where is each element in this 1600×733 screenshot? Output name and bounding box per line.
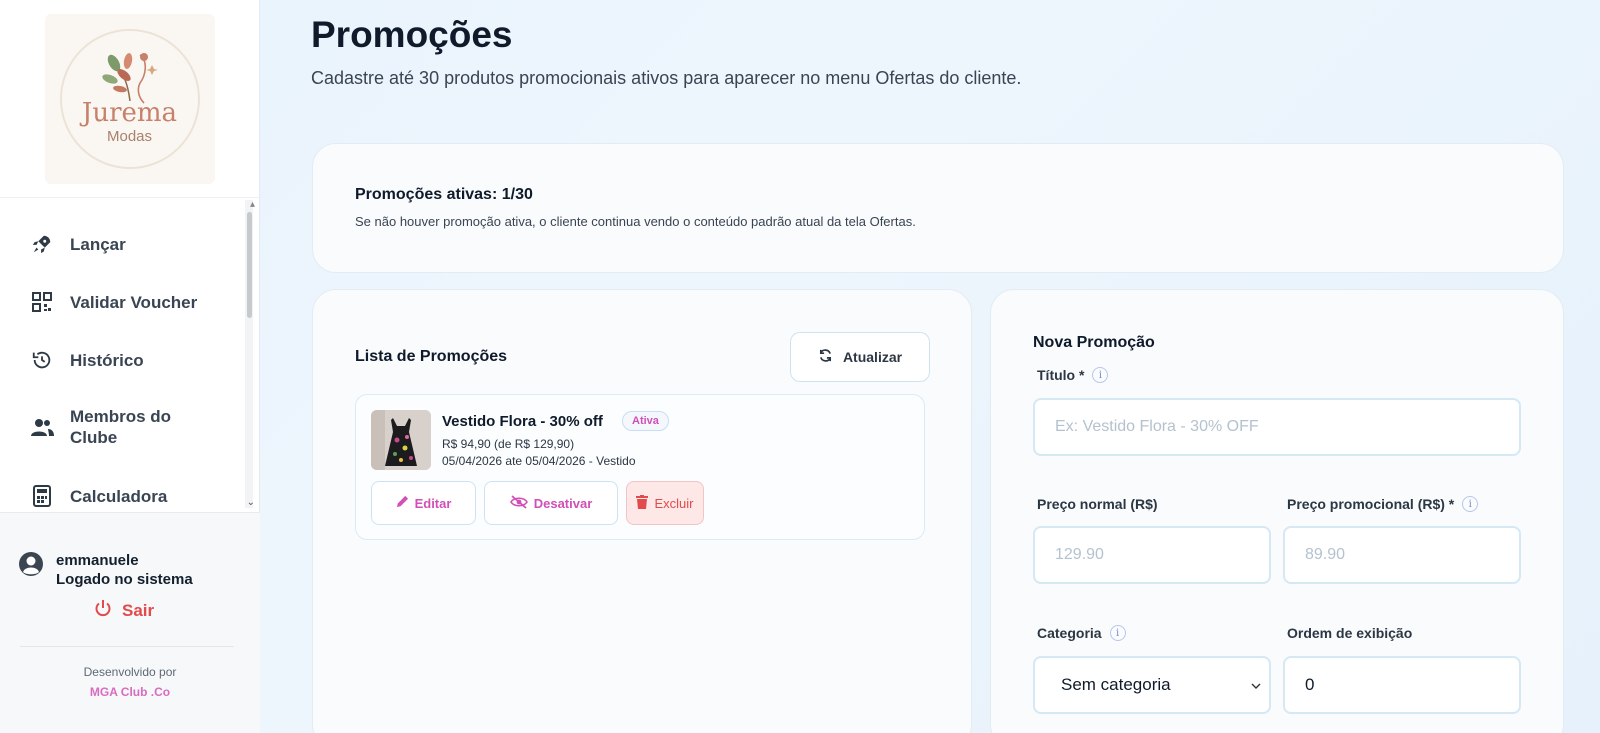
sidebar-item-lancar[interactable]: Lançar <box>30 232 126 256</box>
promo-price-label-text: Preço promocional (R$) * <box>1287 496 1455 512</box>
scroll-down-icon[interactable]: ⌄ <box>247 497 255 508</box>
page-subtitle: Cadastre até 30 produtos promocionais at… <box>311 68 1022 88</box>
logout-button[interactable]: Sair <box>94 599 154 622</box>
info-icon[interactable]: i <box>1109 625 1126 641</box>
sidebar-item-calculadora[interactable]: Calculadora <box>30 484 167 508</box>
trash-icon <box>636 494 649 512</box>
title-label-text: Título * <box>1037 367 1085 383</box>
form-title: Nova Promoção <box>1033 334 1155 351</box>
history-icon <box>30 348 54 372</box>
status-card: Promoções ativas: 1/30 Se não houver pro… <box>312 143 1564 273</box>
qrcode-icon <box>30 290 54 314</box>
sidebar-item-label: Membros do Clube <box>70 407 172 447</box>
promo-price-input[interactable] <box>1283 526 1521 584</box>
sidebar-item-label: Calculadora <box>70 486 168 506</box>
display-order-input[interactable] <box>1283 656 1521 714</box>
category-field-label: Categoria i <box>1037 625 1126 641</box>
logo-subtitle: Modas <box>106 127 153 145</box>
user-avatar-icon <box>18 551 44 582</box>
sidebar-scrollbar-thumb[interactable] <box>247 212 252 318</box>
sidebar-item-label: Lançar <box>70 234 126 254</box>
active-promotions-count: Promoções ativas: 1/30 <box>355 186 533 203</box>
sidebar-item-historico[interactable]: Histórico <box>30 348 144 372</box>
list-item: Vestido Flora - 30% off Ativa R$ 94,90 (… <box>355 394 925 540</box>
logo[interactable]: Jurema Modas <box>44 13 215 184</box>
status-badge: Ativa <box>622 411 669 431</box>
product-thumbnail <box>371 410 431 470</box>
disable-button[interactable]: Desativar <box>484 481 618 525</box>
promotions-list-card: Lista de Promoções Atualizar Vestido Flo… <box>312 289 972 733</box>
display-order-label: Ordem de exibição <box>1287 625 1413 641</box>
edit-label: Editar <box>414 495 452 511</box>
normal-price-label: Preço normal (R$) <box>1037 496 1158 512</box>
title-input[interactable] <box>1033 398 1521 456</box>
pencil-icon <box>396 495 409 511</box>
developed-by-label: Desenvolvido por <box>83 665 177 679</box>
promotion-title: Vestido Flora - 30% off <box>442 413 603 430</box>
info-icon[interactable]: i <box>1092 367 1109 383</box>
status-description: Se não houver promoção ativa, o cliente … <box>355 214 916 229</box>
user-status: Logado no sistema <box>56 571 193 588</box>
leaf-logo-icon <box>101 52 158 104</box>
calculator-icon <box>30 484 54 508</box>
promotion-dates: 05/04/2026 ate 05/04/2026 - Vestido <box>442 454 636 468</box>
title-field-label: Título * i <box>1037 367 1109 383</box>
logo-emblem: Jurema Modas <box>59 28 200 169</box>
sidebar-item-label: Validar Voucher <box>70 292 198 312</box>
sidebar-nav: Lançar Validar Voucher Histórico Membros… <box>0 198 260 512</box>
edit-button[interactable]: Editar <box>371 481 476 525</box>
new-promotion-form: Nova Promoção Título * i Preço normal (R… <box>990 289 1564 733</box>
power-icon <box>94 599 112 622</box>
list-title: Lista de Promoções <box>355 348 508 365</box>
category-select[interactable]: Sem categoria <box>1033 656 1271 714</box>
refresh-button[interactable]: Atualizar <box>790 332 930 382</box>
developer-brand-link[interactable]: MGA Club .Co <box>0 685 260 699</box>
category-selected-value: Sem categoria <box>1061 675 1171 694</box>
logo-area: Jurema Modas <box>0 0 259 198</box>
promo-price-field-label: Preço promocional (R$) * i <box>1287 496 1479 512</box>
refresh-label: Atualizar <box>842 349 903 365</box>
info-icon[interactable]: i <box>1462 496 1479 512</box>
disable-label: Desativar <box>533 495 593 511</box>
scroll-up-icon[interactable]: ▴ <box>250 199 255 210</box>
user-panel: emmanuele Logado no sistema Sair Desenvo… <box>0 512 260 733</box>
sidebar: Jurema Modas Lançar Validar Voucher Hist… <box>0 0 260 733</box>
category-label-text: Categoria <box>1037 625 1102 641</box>
users-icon <box>30 415 54 439</box>
delete-button[interactable]: Excluir <box>626 481 704 525</box>
eye-slash-icon <box>509 494 528 512</box>
delete-label: Excluir <box>654 495 694 511</box>
page-title: Promoções <box>311 14 513 55</box>
user-info: emmanuele Logado no sistema <box>18 551 193 589</box>
promotion-price: R$ 94,90 (de R$ 129,90) <box>442 437 575 451</box>
normal-price-input[interactable] <box>1033 526 1271 584</box>
sidebar-item-label: Histórico <box>70 350 144 370</box>
refresh-icon <box>818 348 833 366</box>
divider <box>20 646 234 647</box>
logout-label: Sair <box>122 600 155 620</box>
user-name: emmanuele <box>56 552 139 569</box>
rocket-icon <box>30 232 54 256</box>
sidebar-item-membros[interactable]: Membros do Clube <box>30 406 190 448</box>
chevron-down-icon <box>1251 675 1261 695</box>
sidebar-item-validar-voucher[interactable]: Validar Voucher <box>30 290 197 314</box>
